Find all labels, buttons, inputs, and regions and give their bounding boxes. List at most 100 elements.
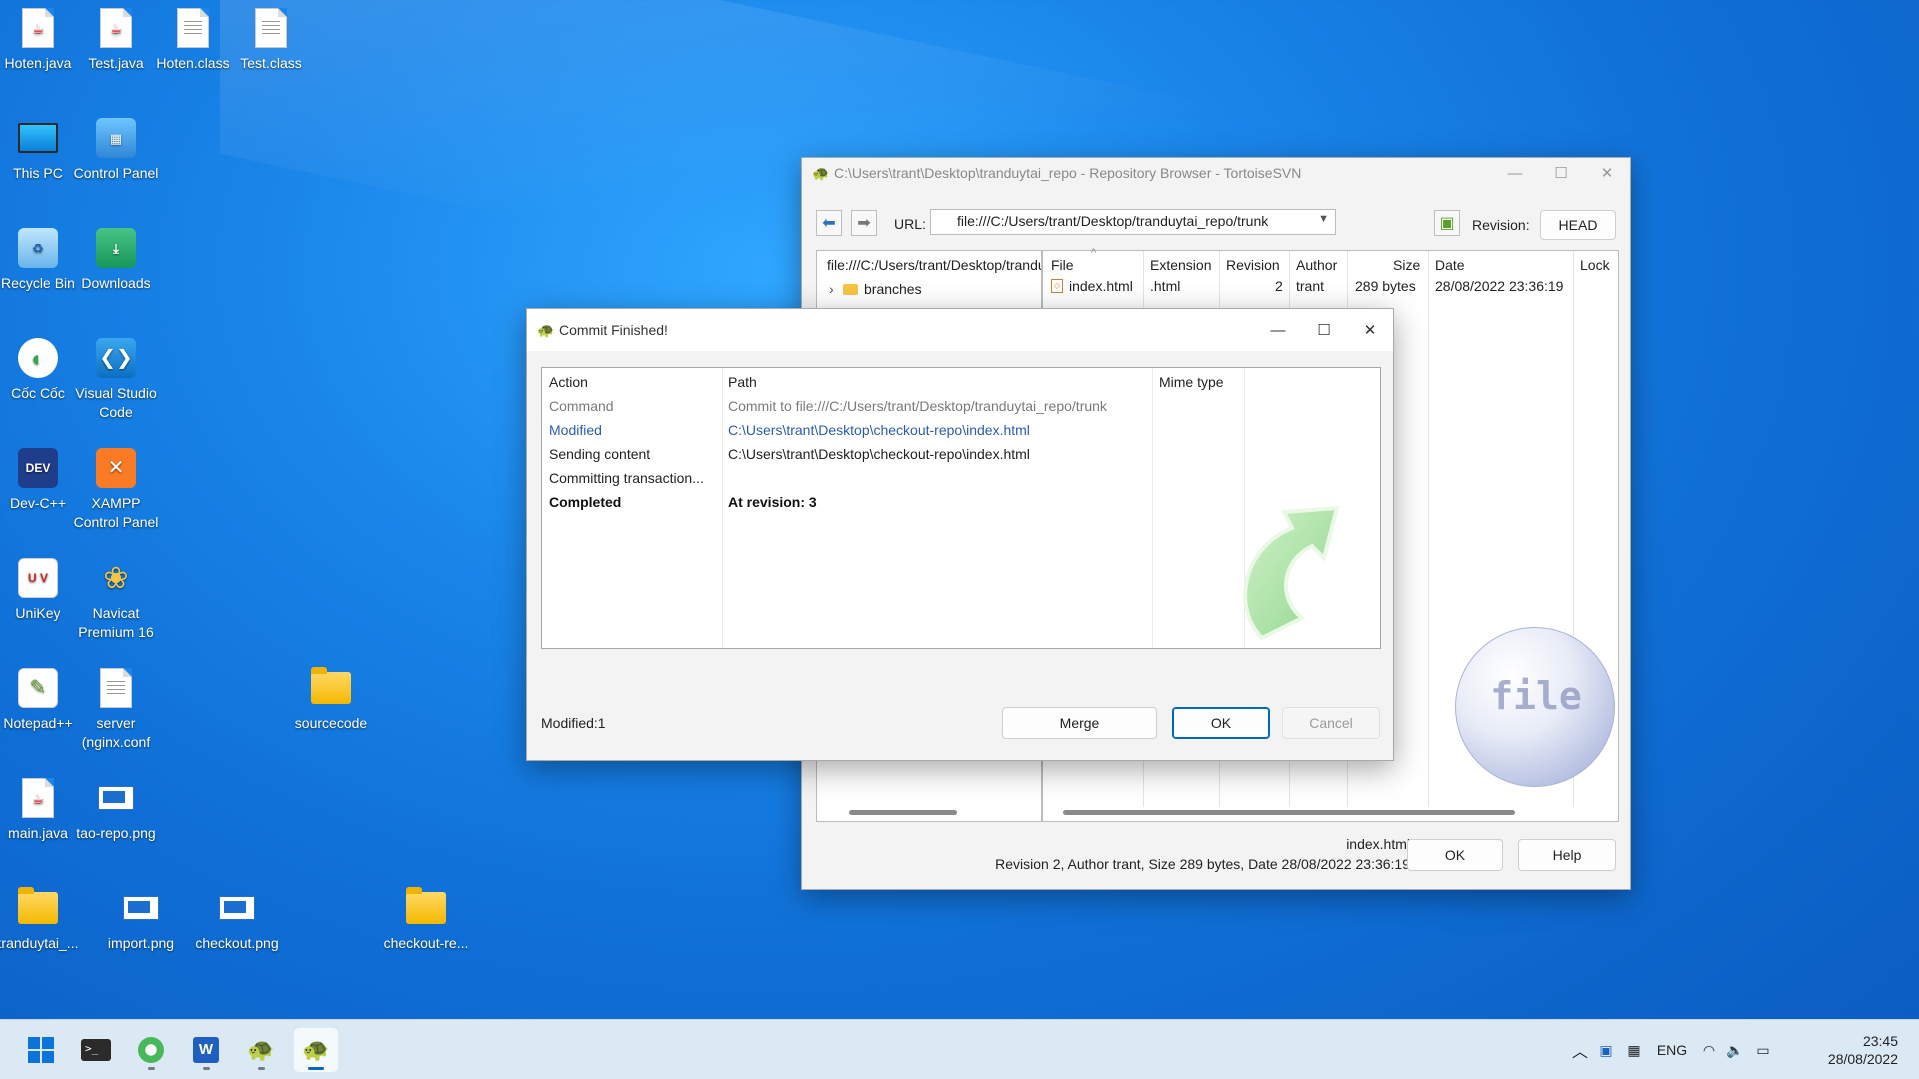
taskbar-coccoc[interactable] (129, 1028, 173, 1072)
row-path: At revision: 3 (728, 494, 817, 510)
svn-folder-icon (404, 886, 448, 930)
taskbar-word[interactable]: W (184, 1028, 228, 1072)
desktop-icon-checkout-png[interactable]: checkout.png (190, 886, 284, 953)
file-list-horizontal-scrollbar[interactable] (1063, 810, 1515, 815)
tortoisesvn-active-icon: 🐢 (302, 1037, 330, 1062)
list-item[interactable]: Modified C:\Users\trant\Desktop\checkout… (542, 420, 1380, 440)
list-item[interactable]: Committing transaction... (542, 468, 1380, 488)
desktop-icon-checkout-repo[interactable]: checkout-re... (379, 886, 473, 953)
desktop-icon-control-panel[interactable]: ▦ Control Panel (69, 116, 163, 183)
column-header-action[interactable]: Action (549, 374, 588, 390)
tree-root[interactable]: file:///C:/Users/trant/Desktop/tranduyta… (817, 255, 1041, 275)
start-button[interactable] (19, 1028, 63, 1072)
tree-horizontal-scrollbar[interactable] (849, 810, 957, 815)
minimize-button[interactable]: — (1492, 158, 1538, 188)
devcpp-icon: DEV (16, 446, 60, 490)
desktop-icon-sourcecode[interactable]: sourcecode (284, 666, 378, 733)
taskbar-terminal[interactable]: >_ (74, 1028, 118, 1072)
ok-button[interactable]: OK (1407, 839, 1503, 871)
desktop-icon-tao-repo-png[interactable]: tao-repo.png (69, 776, 163, 843)
tray-keyboard-icon[interactable]: ▦ (1620, 1042, 1648, 1059)
column-header-lock[interactable]: Lock (1580, 257, 1610, 273)
column-header-extension[interactable]: Extension (1150, 257, 1211, 273)
java-file-icon: ☕ (16, 6, 60, 50)
tortoisesvn-icon: 🐢 (537, 322, 555, 338)
taskbar-tortoisesvn[interactable]: 🐢 (239, 1028, 283, 1072)
column-divider (1428, 251, 1429, 807)
merge-button[interactable]: Merge (1002, 707, 1157, 739)
close-button[interactable]: ✕ (1347, 309, 1393, 351)
row-action: Modified (549, 422, 602, 438)
class-file-icon (171, 6, 215, 50)
chevron-up-icon[interactable]: ︿ (1568, 1038, 1592, 1062)
close-button[interactable]: ✕ (1584, 158, 1630, 188)
commit-status: Modified:1 (541, 715, 606, 731)
row-path: C:\Users\trant\Desktop\checkout-repo\ind… (728, 446, 1030, 462)
arrow-right-icon: ➡ (857, 215, 871, 232)
language-indicator[interactable]: ENG (1648, 1042, 1696, 1058)
active-indicator (308, 1067, 324, 1070)
java-file-icon: ☕ (16, 776, 60, 820)
desktop-icon-vscode[interactable]: ❮❯ Visual Studio Code (69, 336, 163, 422)
desktop-icon-import-png[interactable]: import.png (94, 886, 188, 953)
forward-button[interactable]: ➡ (851, 210, 877, 236)
column-header-path[interactable]: Path (728, 374, 757, 390)
commit-results-list[interactable]: Action Path Mime type Command Commit to … (541, 367, 1381, 649)
desktop-icon-navicat[interactable]: ❀ Navicat Premium 16 (69, 556, 163, 642)
commit-dialog-titlebar[interactable]: 🐢 Commit Finished! — ☐ ✕ (527, 309, 1393, 351)
list-item[interactable]: Command Commit to file:///C:/Users/trant… (542, 396, 1380, 416)
column-header-date[interactable]: Date (1435, 257, 1465, 273)
url-value: file:///C:/Users/trant/Desktop/tranduyta… (957, 213, 1269, 229)
cell-file: ◇ index.html (1051, 278, 1133, 294)
battery-icon[interactable]: ▭ (1748, 1042, 1778, 1059)
column-header-revision[interactable]: Revision (1226, 257, 1280, 273)
wifi-icon[interactable]: ◠ (1696, 1042, 1722, 1059)
coccoc-icon: ◐ (16, 336, 60, 380)
column-header-mime-type[interactable]: Mime type (1159, 374, 1224, 390)
clock[interactable]: 23:45 28/08/2022 (1806, 1020, 1898, 1079)
volume-icon[interactable]: 🔈 (1722, 1042, 1748, 1059)
tortoisesvn-icon: 🐢 (812, 165, 830, 181)
cell-revision: 2 (1275, 278, 1283, 294)
maximize-button[interactable]: ☐ (1538, 158, 1584, 188)
html-file-icon: ◇ (1051, 279, 1063, 293)
sort-up-icon: ^ (1091, 247, 1097, 259)
desktop-icon-label: tao-repo.png (76, 825, 156, 841)
desktop-icon-server-conf[interactable]: server (nginx.conf (69, 666, 163, 752)
column-header-author[interactable]: Author (1296, 257, 1337, 273)
column-header-file[interactable]: File (1051, 257, 1074, 273)
tree-item-branches[interactable]: › branches (817, 279, 1041, 299)
maximize-button[interactable]: ☐ (1301, 309, 1347, 351)
revision-label: Revision: (1472, 217, 1530, 233)
tray-app-icon[interactable]: ▣ (1592, 1042, 1620, 1059)
minimize-button[interactable]: — (1255, 309, 1301, 351)
desktop-icon-label: server (nginx.conf (81, 715, 151, 750)
browse-revision-button[interactable]: ▣ (1434, 210, 1460, 236)
cell-author: trant (1296, 278, 1325, 294)
revision-head-button[interactable]: HEAD (1540, 210, 1616, 240)
column-header-size[interactable]: Size (1393, 257, 1420, 273)
downloads-folder-icon: ⤓ (94, 226, 138, 270)
repo-browser-titlebar[interactable]: 🐢 C:\Users\trant\Desktop\tranduytai_repo… (802, 158, 1630, 188)
list-item[interactable]: Sending content C:\Users\trant\Desktop\c… (542, 444, 1380, 464)
running-indicator (202, 1067, 210, 1070)
desktop-icon-downloads[interactable]: ⤓ Downloads (69, 226, 163, 293)
desktop-icon-label: sourcecode (294, 715, 368, 731)
chevron-down-icon: ▼ (1318, 213, 1329, 225)
url-combobox[interactable]: file:///C:/Users/trant/Desktop/tranduyta… (930, 209, 1336, 235)
image-file-icon (119, 886, 163, 930)
ok-button[interactable]: OK (1172, 707, 1270, 739)
taskbar-tortoisesvn-active[interactable]: 🐢 (294, 1028, 338, 1072)
desktop-icon-test-class[interactable]: Test.class (224, 6, 318, 73)
text-file-icon (94, 666, 138, 710)
cell-extension: .html (1150, 278, 1181, 294)
commit-finished-dialog: 🐢 Commit Finished! — ☐ ✕ Action Path Mim… (526, 308, 1394, 761)
globe-watermark-icon: file (1455, 627, 1615, 787)
help-button[interactable]: Help (1518, 839, 1616, 871)
back-button[interactable]: ⬅ (816, 210, 842, 236)
desktop-icon-tranduytai-repo[interactable]: tranduytai_... (0, 886, 85, 953)
coccoc-icon (138, 1037, 164, 1063)
desktop-icon-xampp[interactable]: ✕ XAMPP Control Panel (69, 446, 163, 532)
vscode-icon: ❮❯ (94, 336, 138, 380)
desktop-icon-label: Test.class (240, 55, 302, 71)
